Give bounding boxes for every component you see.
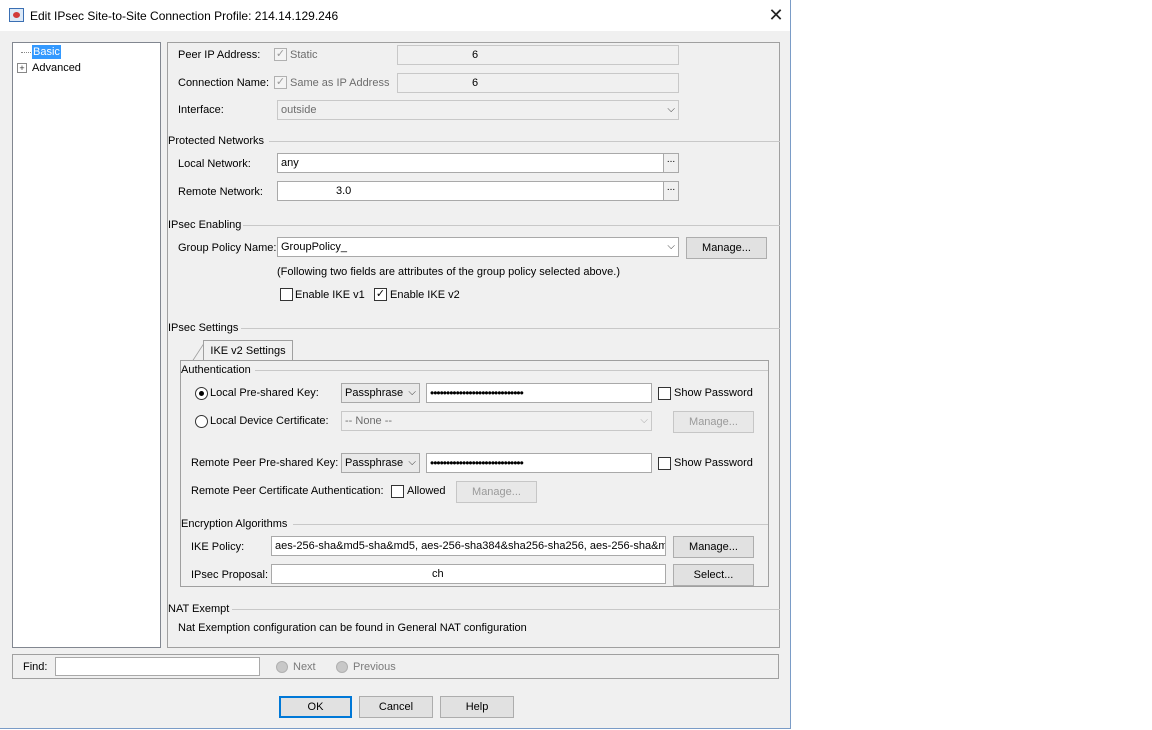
find-previous-button[interactable]: Previous [353, 660, 396, 674]
section-divider [243, 225, 780, 226]
ok-button[interactable]: OK [279, 696, 352, 718]
nat-exempt-note: Nat Exemption configuration can be found… [178, 622, 527, 634]
dialog-window: Edit IPsec Site-to-Site Connection Profi… [0, 0, 791, 729]
tab-ike-v2-settings[interactable]: IKE v2 Settings [203, 340, 293, 361]
remote-network-label: Remote Network: [178, 186, 263, 198]
ike-v2-settings-panel: Authentication Local Pre-shared Key: Pas… [180, 360, 769, 587]
same-as-ip-label: Same as IP Address [290, 77, 390, 89]
local-cert-label: Local Device Certificate: [210, 415, 329, 427]
interface-label: Interface: [178, 104, 224, 116]
local-psk-label: Local Pre-shared Key: [210, 387, 319, 399]
arrow-right-icon[interactable] [276, 661, 288, 673]
encryption-heading: Encryption Algorithms [181, 518, 288, 530]
cancel-button[interactable]: Cancel [359, 696, 433, 718]
ellipsis-icon[interactable]: ... [663, 182, 678, 200]
find-label: Find: [23, 661, 48, 673]
ellipsis-icon[interactable]: ... [663, 154, 678, 172]
app-icon [9, 8, 24, 22]
ipsec-proposal-select-button[interactable]: Select... [673, 564, 754, 586]
local-psk-type-value: Passphrase [345, 387, 404, 399]
authentication-heading: Authentication [181, 364, 251, 376]
section-divider [255, 370, 768, 371]
enable-ike-v2-checkbox[interactable]: ✓ [374, 288, 387, 301]
chevron-down-icon: ⌵ [408, 457, 416, 468]
allowed-label: Allowed [407, 485, 446, 497]
local-cert-value: -- None -- [345, 415, 393, 427]
group-policy-manage-button[interactable]: Manage... [686, 237, 767, 259]
section-divider [269, 141, 780, 142]
interface-select[interactable]: outside ⌵ [277, 100, 679, 120]
allowed-checkbox[interactable] [391, 485, 404, 498]
find-next-button[interactable]: Next [293, 660, 316, 674]
ike-policy-label: IKE Policy: [191, 541, 245, 553]
local-network-field[interactable]: any ... [277, 153, 679, 173]
section-divider [241, 328, 780, 329]
remote-show-password-checkbox[interactable] [658, 457, 671, 470]
interface-value: outside [281, 104, 317, 116]
ipsec-proposal-label: IPsec Proposal: [191, 569, 269, 581]
remote-psk-password-field[interactable]: ••••••••••••••••••••••••••••• [426, 453, 652, 473]
title-bar: Edit IPsec Site-to-Site Connection Profi… [0, 0, 790, 31]
remote-cert-auth-label: Remote Peer Certificate Authentication: [191, 485, 384, 497]
local-cert-manage-button[interactable]: Manage... [673, 411, 754, 433]
find-input[interactable] [55, 657, 260, 676]
local-cert-radio[interactable] [195, 415, 208, 428]
tree-item-advanced[interactable]: Advanced [32, 61, 81, 75]
chevron-down-icon: ⌵ [640, 415, 648, 426]
close-icon[interactable]: ✕ [766, 5, 786, 25]
static-label: Static [290, 49, 318, 61]
find-bar: Find: Next Previous [12, 654, 779, 679]
remote-show-password-label: Show Password [674, 457, 753, 469]
section-divider [232, 609, 780, 610]
window-title: Edit IPsec Site-to-Site Connection Profi… [30, 9, 339, 23]
navigation-tree: Basic + Advanced [12, 42, 161, 648]
remote-psk-label: Remote Peer Pre-shared Key: [191, 457, 339, 469]
local-psk-radio[interactable] [195, 387, 208, 400]
local-cert-select[interactable]: -- None -- ⌵ [341, 411, 652, 431]
remote-network-value: 3.0 [336, 185, 352, 197]
remote-psk-type-select[interactable]: Passphrase ⌵ [341, 453, 420, 473]
local-show-password-label: Show Password [674, 387, 753, 399]
remote-cert-manage-button[interactable]: Manage... [456, 481, 537, 503]
chevron-down-icon: ⌵ [667, 104, 675, 115]
connection-name-field[interactable]: 6 [397, 73, 679, 93]
static-checkbox[interactable]: ✓ [274, 48, 287, 61]
remote-network-field[interactable]: 3.0 ... [277, 181, 679, 201]
chevron-down-icon: ⌵ [667, 241, 675, 252]
local-network-label: Local Network: [178, 158, 251, 170]
tree-connector [21, 52, 31, 54]
group-policy-label: Group Policy Name: [178, 242, 277, 254]
local-network-value: any [281, 157, 299, 169]
same-as-ip-checkbox[interactable]: ✓ [274, 76, 287, 89]
protected-networks-heading: Protected Networks [168, 135, 264, 147]
basic-settings-panel: Peer IP Address: ✓ Static 6 Connection N… [167, 42, 780, 648]
local-psk-password-field[interactable]: ••••••••••••••••••••••••••••• [426, 383, 652, 403]
chevron-down-icon: ⌵ [408, 387, 416, 398]
peer-ip-label: Peer IP Address: [178, 49, 261, 61]
help-button[interactable]: Help [440, 696, 514, 718]
local-psk-type-select[interactable]: Passphrase ⌵ [341, 383, 420, 403]
expand-icon[interactable]: + [17, 63, 27, 73]
enable-ike-v1-label: Enable IKE v1 [295, 289, 365, 301]
group-policy-note: (Following two fields are attributes of … [277, 266, 621, 278]
connection-name-label: Connection Name: [178, 77, 270, 89]
local-show-password-checkbox[interactable] [658, 387, 671, 400]
group-policy-value: GroupPolicy_ [281, 241, 348, 253]
group-policy-select[interactable]: GroupPolicy_ ⌵ [277, 237, 679, 257]
arrow-left-icon[interactable] [336, 661, 348, 673]
remote-psk-type-value: Passphrase [345, 457, 404, 469]
nat-exempt-heading: NAT Exempt [168, 603, 230, 615]
ike-policy-manage-button[interactable]: Manage... [673, 536, 754, 558]
ipsec-enabling-heading: IPsec Enabling [168, 219, 242, 231]
enable-ike-v2-label: Enable IKE v2 [390, 289, 460, 301]
peer-ip-field[interactable]: 6 [397, 45, 679, 65]
ike-policy-field[interactable]: aes-256-sha&md5-sha&md5, aes-256-sha384&… [271, 536, 666, 556]
enable-ike-v1-checkbox[interactable] [280, 288, 293, 301]
tree-item-basic[interactable]: Basic [32, 45, 61, 59]
ipsec-settings-heading: IPsec Settings [168, 322, 239, 334]
ipsec-proposal-field[interactable]: ch [271, 564, 666, 584]
section-divider [293, 524, 768, 525]
